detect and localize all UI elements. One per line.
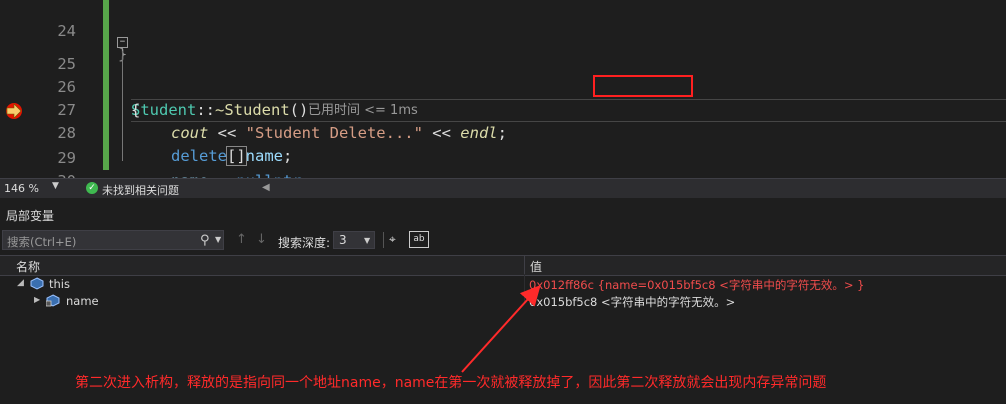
code-line-25: 25 − Student::~Student(): [0, 30, 1006, 119]
code-line-24: 24 }: [0, 0, 1006, 63]
code-line-28: 28 delete[]name; 已用时间 <= 1ms: [0, 99, 1006, 166]
code-line-29: 29 name = nullptr;: [0, 124, 1006, 178]
panel-title: 局部变量: [6, 209, 55, 223]
chevron-down-icon[interactable]: ▼: [52, 181, 59, 191]
zoom-level[interactable]: 146 %: [4, 182, 39, 195]
search-depth-select[interactable]: 3 ▼: [333, 231, 375, 249]
column-divider[interactable]: [524, 256, 525, 275]
search-depth-label: 搜索深度:: [278, 236, 331, 250]
view-as-text-icon[interactable]: ab: [409, 231, 429, 248]
value-name-member: name=0x015bf5c8: [604, 278, 716, 292]
column-header-name[interactable]: 名称: [16, 258, 40, 275]
highlight-box: [593, 75, 693, 97]
search-box[interactable]: 搜索(Ctrl+E) ⚲ ▼: [2, 230, 224, 250]
code-line-27: 27 cout << "Student Delete..." << endl;: [0, 76, 1006, 142]
chevron-down-icon: ▼: [364, 236, 371, 245]
check-circle-icon: ✓: [86, 182, 98, 194]
code-editor[interactable]: 24 } 25 − Student::~Student() 26 { 27 co…: [0, 0, 1006, 178]
variable-value[interactable]: 0x012ff86c {name=0x015bf5c8 <字符串中的字符无效。>…: [529, 277, 864, 293]
search-input[interactable]: 搜索(Ctrl+E): [7, 234, 76, 250]
perf-tip[interactable]: 已用时间 <= 1ms: [308, 99, 418, 122]
value-prefix: 0x012ff86c {: [529, 278, 605, 292]
arrow-up-icon[interactable]: ↑: [236, 232, 247, 247]
editor-status-bar: 146 % ▼ ✓ 未找到相关问题 ◀: [0, 178, 1006, 199]
field-icon: [46, 294, 60, 307]
locals-row-this[interactable]: ◢ this 0x012ff86c {name=0x015bf5c8 <字符串中…: [0, 276, 1006, 293]
object-icon: [30, 277, 44, 290]
column-header-value[interactable]: 值: [530, 258, 542, 275]
arrow-down-icon[interactable]: ↓: [256, 232, 267, 247]
chevron-down-icon[interactable]: ▼: [215, 235, 221, 244]
issues-status[interactable]: 未找到相关问题: [102, 182, 179, 198]
variable-name: this: [49, 277, 70, 291]
expand-toggle-icon[interactable]: ◢: [17, 278, 24, 288]
variable-value[interactable]: 0x015bf5c8 <字符串中的字符无效。>: [529, 294, 735, 310]
grid-header: 名称 值: [0, 255, 1006, 276]
scroll-left-icon[interactable]: ◀: [262, 182, 270, 193]
depth-value: 3: [339, 233, 347, 247]
code-text: name = nullptr;: [171, 170, 311, 178]
collapse-toggle-icon[interactable]: −: [117, 37, 128, 48]
annotation-text: 第二次进入析构，释放的是指向同一个地址name，name在第一次就被释放掉了，因…: [75, 375, 827, 391]
pin-icon[interactable]: ⌖: [389, 232, 396, 247]
locals-toolbar: 搜索(Ctrl+E) ⚲ ▼ ↑ ↓ 搜索深度: 3 ▼ ⌖ ab: [0, 230, 1006, 252]
line-number: 30: [26, 170, 76, 178]
code-line-30: 30 }: [0, 147, 1006, 178]
value-suffix: <字符串中的字符无效。> }: [715, 278, 865, 292]
search-icon[interactable]: ⚲: [200, 233, 210, 248]
code-line-26: 26 {: [0, 53, 1006, 119]
toolbar-divider: [383, 232, 384, 248]
expand-toggle-icon[interactable]: ▶: [34, 295, 40, 304]
variable-name: name: [66, 294, 99, 308]
locals-row-name[interactable]: ▶ name 0x015bf5c8 <字符串中的字符无效。>: [0, 293, 1006, 310]
